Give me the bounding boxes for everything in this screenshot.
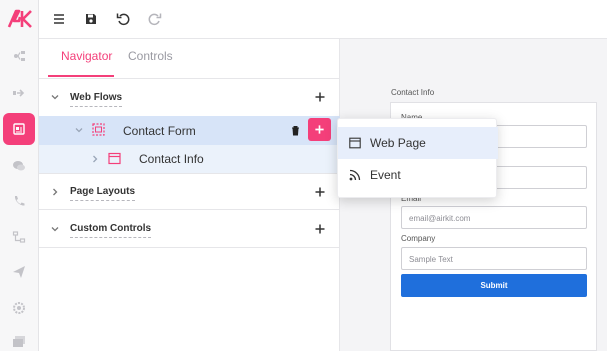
- section-custom-controls[interactable]: Custom Controls: [39, 217, 340, 241]
- tree-item-label: Contact Form: [123, 124, 196, 138]
- email-field[interactable]: email@airkit.com: [401, 206, 587, 229]
- chat-icon[interactable]: [3, 150, 35, 182]
- tree-item-label: Contact Info: [139, 152, 204, 166]
- tab-controls[interactable]: Controls: [128, 49, 173, 63]
- hamburger-menu-icon[interactable]: [49, 9, 69, 29]
- add-menu: Web Page Event: [337, 118, 498, 198]
- active-tab-indicator: [48, 75, 114, 77]
- save-icon[interactable]: [81, 9, 101, 29]
- add-icon[interactable]: [314, 91, 326, 103]
- tree-item-contact-form[interactable]: Contact Form: [39, 116, 340, 145]
- divider: [39, 173, 340, 174]
- chevron-down-icon[interactable]: [49, 223, 61, 235]
- settings-icon[interactable]: [3, 292, 35, 324]
- rss-event-icon: [349, 169, 361, 181]
- top-toolbar: [39, 0, 607, 39]
- navigator-panel: Navigator Controls Web Flows Contact For…: [39, 39, 340, 351]
- left-rail: [0, 0, 39, 351]
- call-icon[interactable]: [3, 185, 35, 217]
- company-field[interactable]: Sample Text: [401, 247, 587, 270]
- web-page-icon: [108, 152, 121, 165]
- section-label: Custom Controls: [70, 223, 152, 238]
- chevron-right-icon[interactable]: [89, 153, 101, 165]
- add-icon[interactable]: [314, 186, 326, 198]
- menu-item-label: Web Page: [370, 136, 426, 150]
- section-label: Web Flows: [70, 92, 123, 107]
- send-icon[interactable]: [3, 256, 35, 288]
- section-page-layouts[interactable]: Page Layouts: [39, 180, 340, 204]
- divider: [39, 209, 340, 210]
- preview-page-title: Contact Info: [391, 88, 435, 97]
- undo-icon[interactable]: [113, 9, 133, 29]
- web-flow-icon: [92, 123, 105, 136]
- add-child-button[interactable]: [308, 118, 331, 141]
- tab-navigator[interactable]: Navigator: [61, 49, 112, 63]
- menu-item-web-page[interactable]: Web Page: [338, 127, 498, 159]
- app-builder-icon[interactable]: [3, 113, 35, 145]
- gallery-icon[interactable]: [3, 326, 35, 351]
- section-web-flows[interactable]: Web Flows: [39, 85, 340, 109]
- panel-tabs: Navigator Controls: [39, 39, 340, 79]
- add-icon[interactable]: [314, 223, 326, 235]
- field-label: Company: [401, 234, 436, 243]
- tree-item-contact-info[interactable]: Contact Info: [39, 145, 340, 173]
- chevron-down-icon[interactable]: [73, 124, 85, 136]
- arrow-right-icon[interactable]: [3, 77, 35, 109]
- divider: [39, 247, 340, 248]
- menu-item-event[interactable]: Event: [338, 159, 498, 191]
- submit-button[interactable]: Submit: [401, 274, 587, 297]
- flow-icon[interactable]: [3, 40, 35, 72]
- chevron-right-icon[interactable]: [49, 186, 61, 198]
- web-page-icon: [349, 137, 361, 149]
- airkit-logo[interactable]: [7, 9, 33, 29]
- data-icon[interactable]: [3, 221, 35, 253]
- section-label: Page Layouts: [70, 186, 136, 201]
- menu-item-label: Event: [370, 168, 401, 182]
- redo-icon[interactable]: [145, 9, 165, 29]
- chevron-down-icon[interactable]: [49, 91, 61, 103]
- trash-icon[interactable]: [290, 125, 301, 136]
